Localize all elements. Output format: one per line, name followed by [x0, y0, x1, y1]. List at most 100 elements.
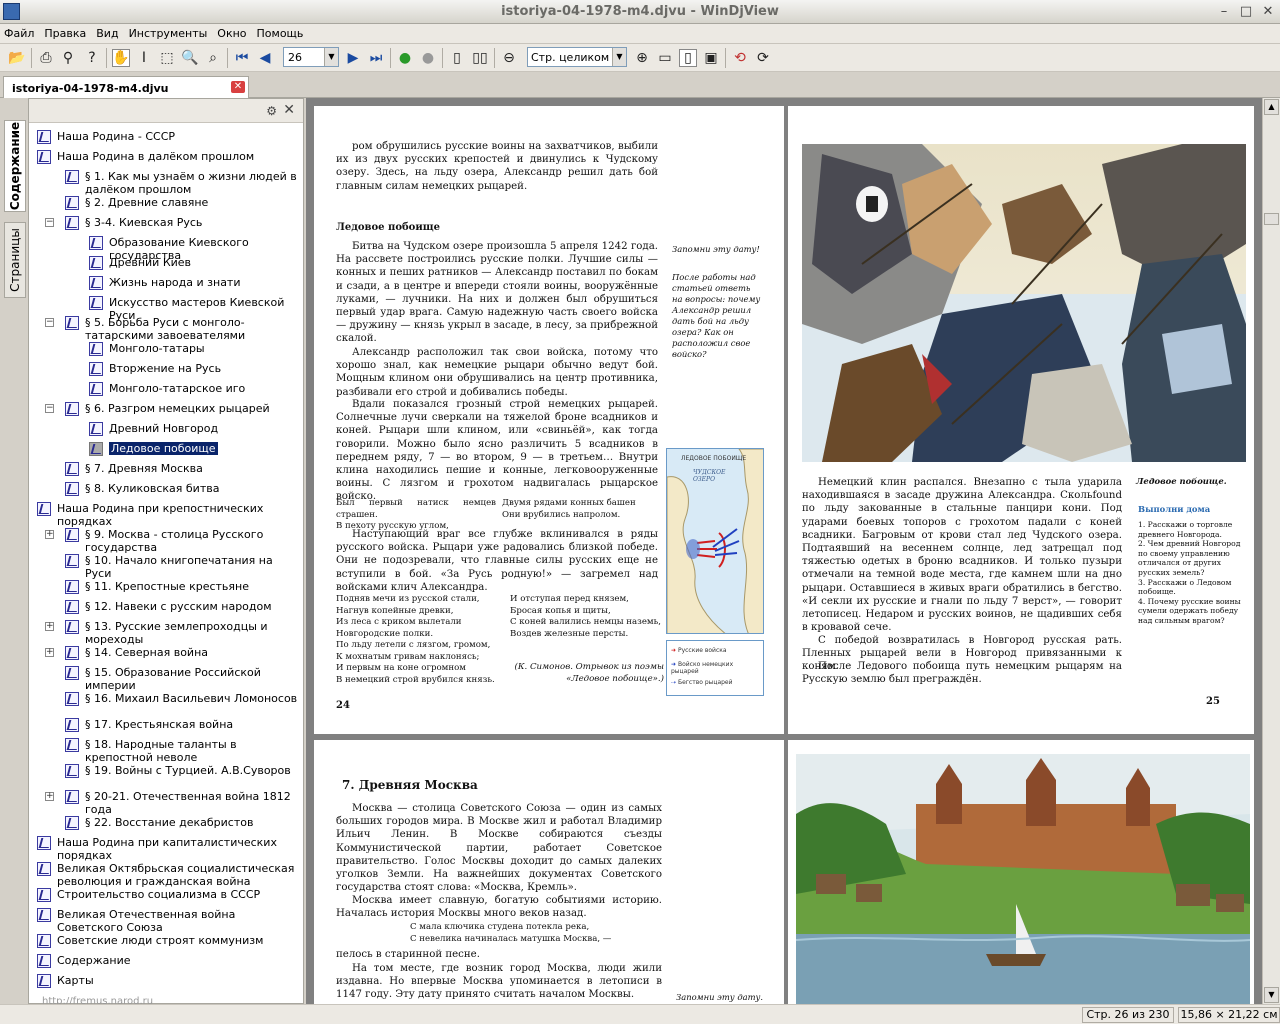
text-select-icon[interactable]: I [135, 49, 153, 67]
zoom-icon[interactable]: 🔍 [181, 49, 199, 67]
tree-item[interactable]: § 17. Крестьянская война [29, 717, 303, 737]
expand-icon[interactable]: + [45, 792, 54, 801]
tab-contents[interactable]: Содержание [4, 120, 26, 212]
tree-item[interactable]: + § 9. Москва - столица Русского государс… [29, 527, 303, 554]
document-viewer[interactable]: ром обрушились русские воины на захватчи… [306, 98, 1262, 1004]
chevron-down-icon[interactable]: ▼ [324, 48, 338, 66]
tree-item-label: Монголо-татарское иго [109, 382, 246, 395]
collapse-icon[interactable]: − [45, 218, 54, 227]
fit-page-icon[interactable]: ▯ [679, 49, 697, 67]
tree-item[interactable]: Вторжение на Русь [29, 361, 303, 381]
rotate-left-icon[interactable]: ⟲ [731, 49, 749, 67]
tree-item[interactable]: + § 13. Русские землепроходцы и мореходы [29, 619, 303, 646]
tree-item[interactable]: § 22. Восстание декабристов [29, 815, 303, 835]
tree-item[interactable]: + § 14. Северная война [29, 645, 303, 665]
print-icon[interactable]: ⎙ [37, 49, 55, 67]
expand-icon[interactable]: + [45, 648, 54, 657]
last-page-icon[interactable]: ⏭ [367, 49, 385, 67]
expand-icon[interactable]: + [45, 622, 54, 631]
rect-select-icon[interactable]: ⬚ [158, 49, 176, 67]
rotate-right-icon[interactable]: ⟳ [754, 49, 772, 67]
tree-item[interactable]: Наша Родина - СССР [29, 129, 303, 149]
bookmark-icon [37, 150, 51, 164]
maximize-button[interactable]: □ [1238, 4, 1254, 19]
tree-item[interactable]: − § 3-4. Киевская Русь [29, 215, 303, 235]
collapse-icon[interactable]: − [45, 318, 54, 327]
tree-item[interactable]: + § 20-21. Отечественная война 1812 года [29, 789, 303, 816]
tree-item[interactable]: § 19. Войны с Турцией. А.В.Суворов [29, 763, 303, 789]
menu-view[interactable]: Вид [96, 27, 118, 40]
find-icon[interactable]: ⚲ [59, 49, 77, 67]
document-tab[interactable]: istoriya-04-1978-m4.djvu ✕ [3, 76, 249, 98]
tree-item[interactable]: − § 6. Разгром немецких рыцарей [29, 401, 303, 421]
tree-item[interactable]: +Наша Родина при капиталистических поряд… [29, 835, 303, 862]
menu-tools[interactable]: Инструменты [129, 27, 208, 40]
back-icon[interactable]: ● [396, 49, 414, 67]
vertical-scrollbar[interactable]: ▲ ▼ [1262, 98, 1280, 1004]
close-window-button[interactable]: ✕ [1260, 4, 1276, 19]
tree-item[interactable]: § 7. Древняя Москва [29, 461, 303, 481]
hand-tool-icon[interactable]: ✋ [112, 49, 130, 67]
tree-item[interactable]: −Наша Родина в далёком прошлом [29, 149, 303, 169]
zoom-rect-icon[interactable]: ⌕ [204, 49, 222, 67]
menu-bar: Файл Правка Вид Инструменты Окно Помощь [0, 24, 1280, 44]
tree-item[interactable]: Карты [29, 973, 303, 993]
fit-width-icon[interactable]: ▭ [656, 49, 674, 67]
tree-item[interactable]: Образование Киевского государства [29, 235, 303, 262]
collapse-icon[interactable]: − [45, 404, 54, 413]
tree-item[interactable]: Содержание [29, 953, 303, 973]
tree-item[interactable]: § 15. Образование Российской империи [29, 665, 303, 692]
two-pages-icon[interactable]: ▯▯ [471, 49, 489, 67]
open-icon[interactable]: 📂 [8, 49, 26, 67]
battle-illustration [802, 144, 1246, 462]
document-tab-bar: istoriya-04-1978-m4.djvu ✕ [0, 72, 1280, 98]
legend-item: Бегство рыцарей [677, 679, 733, 686]
actual-size-icon[interactable]: ▣ [702, 49, 720, 67]
tree-item[interactable]: Древний Новгород [29, 421, 303, 441]
tree-item[interactable]: § 10. Начало книгопечатания на Руси [29, 553, 303, 580]
zoom-out-icon[interactable]: ⊖ [500, 49, 518, 67]
tree-item[interactable]: § 2. Древние славяне [29, 195, 303, 215]
next-page-icon[interactable]: ▶ [344, 49, 362, 67]
tree-item[interactable]: Монголо-татарское иго [29, 381, 303, 401]
tree-item[interactable]: § 18. Народные таланты в крепостной нево… [29, 737, 303, 764]
tree-item[interactable]: − § 5. Борьба Руси с монголо-татарскими з… [29, 315, 303, 342]
page-number-combo[interactable]: 26 ▼ [283, 47, 339, 67]
zoom-in-icon[interactable]: ⊕ [633, 49, 651, 67]
zoom-combo[interactable]: Стр. целиком ▼ [527, 47, 627, 67]
scrollbar-thumb[interactable] [1264, 213, 1279, 225]
prev-page-icon[interactable]: ◀ [256, 49, 274, 67]
help-icon[interactable]: ? [83, 49, 101, 67]
close-tab-icon[interactable]: ✕ [231, 81, 245, 93]
tree-item[interactable]: Жизнь народа и знати [29, 275, 303, 295]
gear-icon[interactable]: ⚙ [266, 104, 277, 118]
menu-file[interactable]: Файл [4, 27, 34, 40]
scroll-up-icon[interactable]: ▲ [1264, 99, 1279, 115]
tree-item[interactable]: § 1. Как мы узнаём о жизни людей в далёк… [29, 169, 303, 196]
tree-item[interactable]: +Великая Октябрьская социалистическая ре… [29, 861, 303, 888]
menu-help[interactable]: Помощь [257, 27, 304, 40]
scroll-down-icon[interactable]: ▼ [1264, 987, 1279, 1003]
tree-item[interactable]: +Великая Отечественная война Советского … [29, 907, 303, 934]
tree-item[interactable]: § 12. Навеки с русским народом [29, 599, 303, 619]
expand-icon[interactable]: + [45, 530, 54, 539]
tree-item[interactable]: −Наша Родина при крепостнических порядка… [29, 501, 303, 528]
tree-item[interactable]: Монголо-татары [29, 341, 303, 361]
single-page-icon[interactable]: ▯ [448, 49, 466, 67]
tab-pages[interactable]: Страницы [4, 222, 26, 298]
tree-item[interactable]: Древний Киев [29, 255, 303, 275]
tree-item[interactable]: +Строительство социализма в СССР [29, 887, 303, 907]
forward-icon[interactable]: ● [419, 49, 437, 67]
chevron-down-icon[interactable]: ▼ [612, 48, 626, 66]
minimize-button[interactable]: – [1216, 4, 1232, 19]
tree-item[interactable]: Ледовое побоище [29, 441, 303, 461]
tree-item[interactable]: § 8. Куликовская битва [29, 481, 303, 501]
first-page-icon[interactable]: ⏮ [233, 49, 251, 67]
tree-item[interactable]: § 16. Михаил Васильевич Ломоносов [29, 691, 303, 717]
tree-item[interactable]: Искусство мастеров Киевской Руси [29, 295, 303, 322]
tree-item[interactable]: § 11. Крепостные крестьяне [29, 579, 303, 599]
close-icon[interactable]: ✕ [283, 102, 295, 118]
menu-edit[interactable]: Правка [44, 27, 86, 40]
menu-window[interactable]: Окно [217, 27, 246, 40]
tree-item[interactable]: +Советские люди строят коммунизм [29, 933, 303, 953]
